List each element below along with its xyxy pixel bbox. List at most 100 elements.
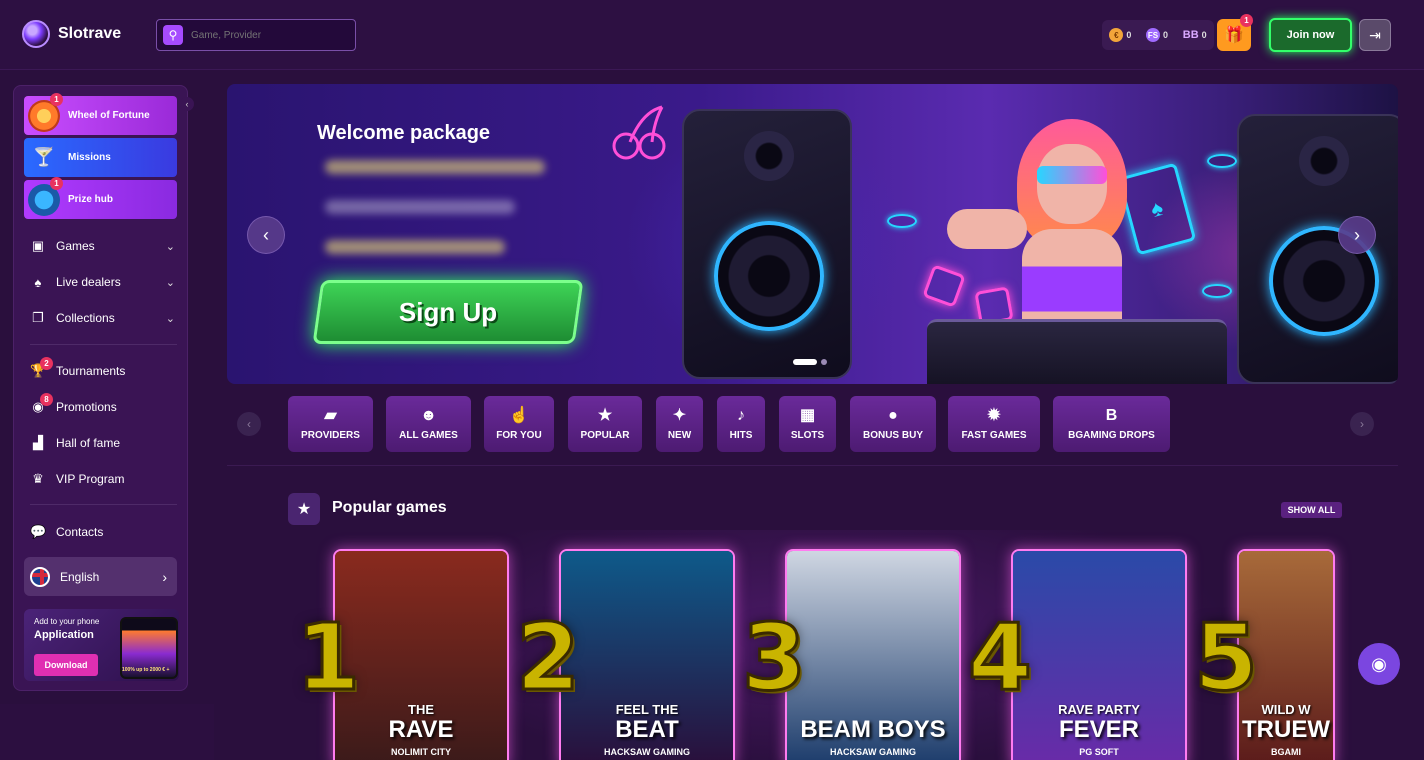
pagination-dot-active[interactable] (793, 359, 817, 365)
prize-hub-badge: 1 (50, 177, 63, 190)
banner-offer-blurred (325, 240, 505, 254)
sidebar-item-label: Promotions (56, 400, 117, 414)
cherry-neon-image (612, 105, 666, 160)
category-new[interactable]: ✦ NEW (656, 396, 703, 452)
collections-icon: ❐ (32, 310, 44, 325)
game-subtitle: FEEL THE (615, 702, 679, 717)
sidebar-item-games[interactable]: ▣ Games ⌄ (30, 234, 175, 258)
category-label: POPULAR (580, 429, 630, 441)
search-box[interactable]: ⚲ (156, 19, 356, 51)
wheel-of-fortune-tile[interactable]: Wheel of Fortune 1 (24, 93, 177, 135)
category-hits[interactable]: ♪ HITS (717, 396, 765, 452)
sparkle-icon: ✦ (672, 406, 687, 424)
star-icon: ★ (597, 406, 613, 424)
banner-prev-button[interactable]: ‹ (247, 216, 285, 254)
category-bonus-buy[interactable]: ● BONUS BUY (850, 396, 936, 452)
gift-button[interactable]: 🎁 1 (1217, 14, 1253, 51)
chat-icon: ◉ (1371, 653, 1387, 674)
category-popular[interactable]: ★ POPULAR (568, 396, 642, 452)
dj-glasses (1037, 166, 1107, 184)
sidebar-item-tournaments[interactable]: 🏆 2 Tournaments (30, 357, 175, 383)
banner-next-button[interactable]: › (1338, 216, 1376, 254)
sidebar-item-live-dealers[interactable]: ♠ Live dealers ⌄ (30, 270, 175, 294)
logo[interactable]: Slotrave (22, 20, 121, 48)
game-provider: NOLIMIT CITY (391, 747, 451, 757)
app-download-promo[interactable]: Add to your phone Application Download 1… (24, 609, 179, 681)
sidebar-item-label: Hall of fame (56, 436, 121, 450)
banner-offer-blurred (325, 160, 545, 174)
game-subtitle: THE (408, 702, 434, 717)
game-card[interactable]: RAVE PARTY FEVER PG SOFT (1011, 549, 1187, 760)
game-card[interactable]: FEEL THE BEAT HACKSAW GAMING (559, 549, 735, 760)
sidebar-item-label: Tournaments (56, 364, 126, 378)
sidebar-item-contacts[interactable]: 💬 Contacts (30, 520, 175, 544)
search-icon[interactable]: ⚲ (163, 25, 183, 45)
speaker-tweeter (744, 131, 794, 181)
categories-next-button[interactable]: › (1350, 412, 1374, 436)
language-selector[interactable]: English › (24, 557, 177, 596)
divider (30, 504, 177, 505)
dj-deck-image (927, 319, 1227, 384)
chevron-right-icon: › (162, 568, 167, 585)
promotions-icon: ◉ 8 (30, 393, 53, 415)
chip-neon-image (1207, 154, 1237, 168)
chevron-down-icon: ⌄ (165, 276, 175, 289)
chat-bubble-icon: 💬 (30, 524, 47, 539)
dj-hand (947, 209, 1027, 249)
sidebar-footer-bg (0, 704, 214, 760)
category-fast-games[interactable]: ✹ FAST GAMES (948, 396, 1040, 452)
game-title: BEAM BOYS (800, 716, 946, 743)
sidebar-item-label: Collections (56, 311, 115, 325)
categories-prev-button[interactable]: ‹ (237, 412, 261, 436)
banner-title: Welcome package (317, 122, 491, 144)
section-title: Popular games (332, 499, 447, 516)
sidebar-item-vip-program[interactable]: ♛ VIP Program (30, 467, 175, 491)
sidebar-item-collections[interactable]: ❐ Collections ⌄ (30, 306, 175, 330)
rank-number: 5 (1192, 604, 1259, 711)
app-promo-line1: Add to your phone (34, 617, 100, 626)
dice-neon-image (922, 264, 966, 308)
freespins-icon: FS (1146, 28, 1161, 42)
download-button[interactable]: Download (34, 654, 98, 676)
sidebar-item-label: VIP Program (56, 472, 125, 486)
sidebar: Wheel of Fortune 1 🍸 Missions Prize hub … (13, 85, 188, 691)
bgaming-icon: B (1105, 406, 1118, 424)
smiley-icon: ☻ (420, 406, 437, 424)
balance-bar[interactable]: € 0 FS 0 BB 0 (1102, 20, 1214, 50)
pagination-dot[interactable] (821, 359, 827, 365)
logo-icon (22, 20, 50, 48)
prize-hub-label: Prize hub (68, 194, 114, 205)
banner-pagination (793, 359, 827, 365)
wheel-of-fortune-label: Wheel of Fortune (68, 110, 150, 121)
category-providers[interactable]: ▰ PROVIDERS (288, 396, 373, 452)
show-all-button[interactable]: SHOW ALL (1281, 502, 1342, 518)
category-all-games[interactable]: ☻ ALL GAMES (386, 396, 471, 452)
sidebar-item-promotions[interactable]: ◉ 8 Promotions (30, 393, 175, 419)
category-slots[interactable]: ▦ SLOTS (779, 396, 836, 452)
support-chat-button[interactable]: ◉ (1358, 643, 1400, 685)
phone-screen-text: 100% up to 2000 € + (122, 667, 170, 673)
sidebar-item-label: Contacts (56, 525, 104, 539)
login-button[interactable]: ⇥ (1359, 19, 1391, 51)
sidebar-item-label: Live dealers (56, 275, 121, 289)
tournaments-badge: 2 (40, 357, 53, 370)
category-label: ALL GAMES (399, 429, 458, 441)
join-now-button[interactable]: Join now (1269, 18, 1352, 52)
category-for-you[interactable]: ☝ FOR YOU (484, 396, 554, 452)
games-icon: ▣ (31, 238, 45, 253)
chevron-down-icon: ⌄ (165, 240, 175, 253)
game-card[interactable]: BEAM BOYS HACKSAW GAMING (785, 549, 961, 760)
prize-hub-tile[interactable]: Prize hub 1 (24, 177, 177, 219)
category-bgaming-drops[interactable]: B BGAMING DROPS (1053, 396, 1170, 452)
rank-number: 2 (514, 604, 581, 711)
sign-up-button[interactable]: Sign Up (312, 280, 584, 344)
crown-icon: ♛ (32, 471, 44, 486)
missions-tile[interactable]: 🍸 Missions (24, 138, 177, 177)
game-subtitle: RAVE PARTY (1058, 702, 1140, 717)
sidebar-collapse-button[interactable]: ‹ (180, 97, 194, 111)
hero-banner[interactable]: ♠ Welcome package Sign Up ‹ › (227, 84, 1398, 384)
rank-number: 3 (740, 604, 807, 711)
top-header: Slotrave ⚲ € 0 FS 0 BB 0 🎁 1 Join now ⇥ (0, 0, 1424, 70)
sidebar-item-hall-of-fame[interactable]: ▟ Hall of fame (30, 431, 175, 455)
search-input[interactable] (191, 29, 341, 41)
